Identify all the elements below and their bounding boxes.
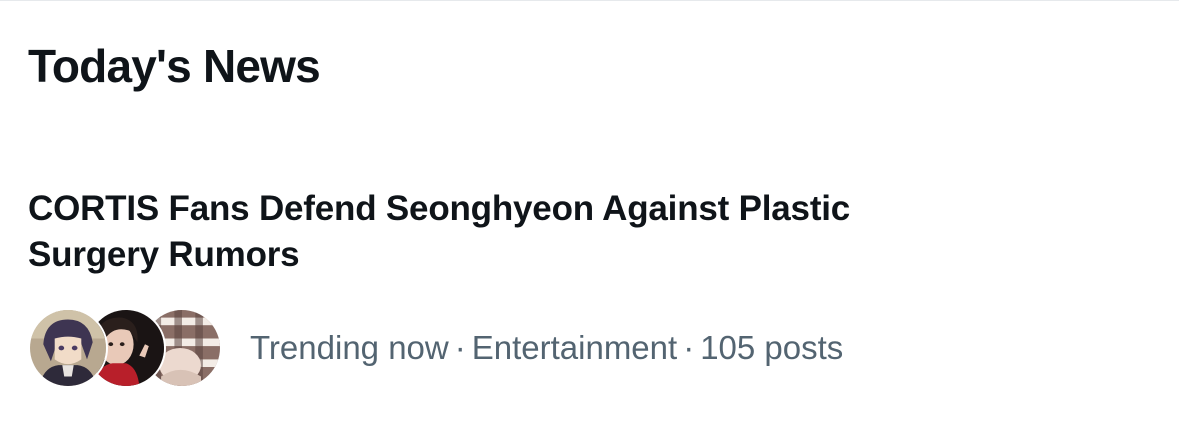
avatar-stack xyxy=(28,306,224,390)
news-meta-row: Trending now · Entertainment · 105 posts xyxy=(28,306,843,390)
news-meta-text: Trending now · Entertainment · 105 posts xyxy=(250,328,843,368)
news-headline[interactable]: CORTIS Fans Defend Seonghyeon Against Pl… xyxy=(28,186,988,278)
news-item[interactable]: CORTIS Fans Defend Seonghyeon Against Pl… xyxy=(0,180,1179,410)
category-label: Entertainment xyxy=(471,329,678,366)
section-title: Today's News xyxy=(28,40,321,92)
post-count: 105 posts xyxy=(700,329,844,366)
meta-separator: · xyxy=(683,329,695,366)
anime-character-avatar xyxy=(28,308,108,388)
trending-status: Trending now xyxy=(250,329,449,366)
top-divider xyxy=(0,0,1179,1)
meta-separator: · xyxy=(454,329,466,366)
